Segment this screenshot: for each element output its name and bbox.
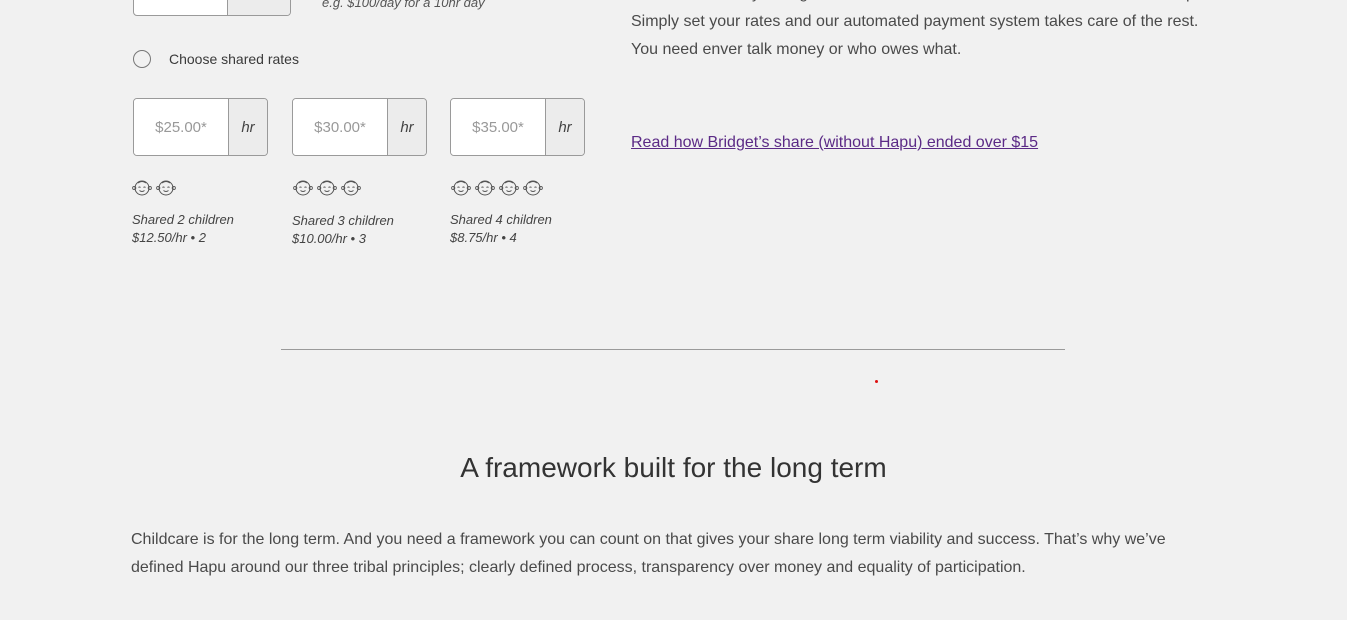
caption-detail: $8.75/hr • 4: [450, 230, 517, 245]
shared-rate-input-2-children[interactable]: hr: [133, 98, 268, 156]
children-icons-2: [131, 179, 177, 197]
rate-field[interactable]: [293, 99, 387, 155]
payment-line: in, week out and you might encounter mor…: [631, 0, 1231, 8]
single-rate-input[interactable]: [133, 0, 291, 16]
child-face-icon: [474, 179, 496, 197]
rate-field[interactable]: [134, 99, 228, 155]
child-face-icon: [522, 179, 544, 197]
rate-caption-4: Shared 4 children $8.75/hr • 4: [450, 211, 552, 247]
shared-rate-input-3-children[interactable]: hr: [292, 98, 427, 156]
section-divider: [281, 349, 1065, 350]
rate-unit: hr: [545, 99, 584, 155]
children-icons-3: [292, 179, 362, 197]
page: e.g. $100/day for a 10hr day Choose shar…: [0, 0, 1347, 620]
framework-title: A framework built for the long term: [460, 452, 887, 483]
caption-title: Shared 4 children: [450, 212, 552, 227]
caption-detail: $12.50/hr • 2: [132, 230, 206, 245]
child-face-icon: [340, 179, 362, 197]
shared-rates-option[interactable]: Choose shared rates: [133, 50, 299, 68]
rate-hint: e.g. $100/day for a 10hr day: [322, 0, 485, 10]
caption-detail: $10.00/hr • 3: [292, 231, 366, 246]
shared-rates-label: Choose shared rates: [169, 51, 299, 67]
rate-caption-2: Shared 2 children $12.50/hr • 2: [132, 211, 234, 247]
single-rate-unit: [227, 0, 290, 15]
child-face-icon: [316, 179, 338, 197]
child-face-icon: [155, 179, 177, 197]
caption-title: Shared 2 children: [132, 212, 234, 227]
payment-line: Simply set your rates and our automated …: [631, 13, 1199, 30]
rate-caption-3: Shared 3 children $10.00/hr • 3: [292, 212, 394, 248]
shared-rates-radio[interactable]: [133, 50, 151, 68]
bridget-story-link[interactable]: Read how Bridget’s share (without Hapu) …: [631, 134, 1038, 152]
child-face-icon: [498, 179, 520, 197]
payment-description: in, week out and you might encounter mor…: [631, 0, 1231, 64]
caption-title: Shared 3 children: [292, 213, 394, 228]
children-icons-4: [450, 179, 544, 197]
cursor-dot: [875, 380, 878, 383]
shared-rate-input-4-children[interactable]: hr: [450, 98, 585, 156]
framework-body: Childcare is for the long term. And you …: [131, 531, 1166, 576]
child-face-icon: [292, 179, 314, 197]
child-face-icon: [450, 179, 472, 197]
rate-field[interactable]: [451, 99, 545, 155]
payment-line: You need enver talk money or who owes wh…: [631, 41, 962, 58]
child-face-icon: [131, 179, 153, 197]
rate-unit: hr: [228, 99, 267, 155]
rate-unit: hr: [387, 99, 426, 155]
